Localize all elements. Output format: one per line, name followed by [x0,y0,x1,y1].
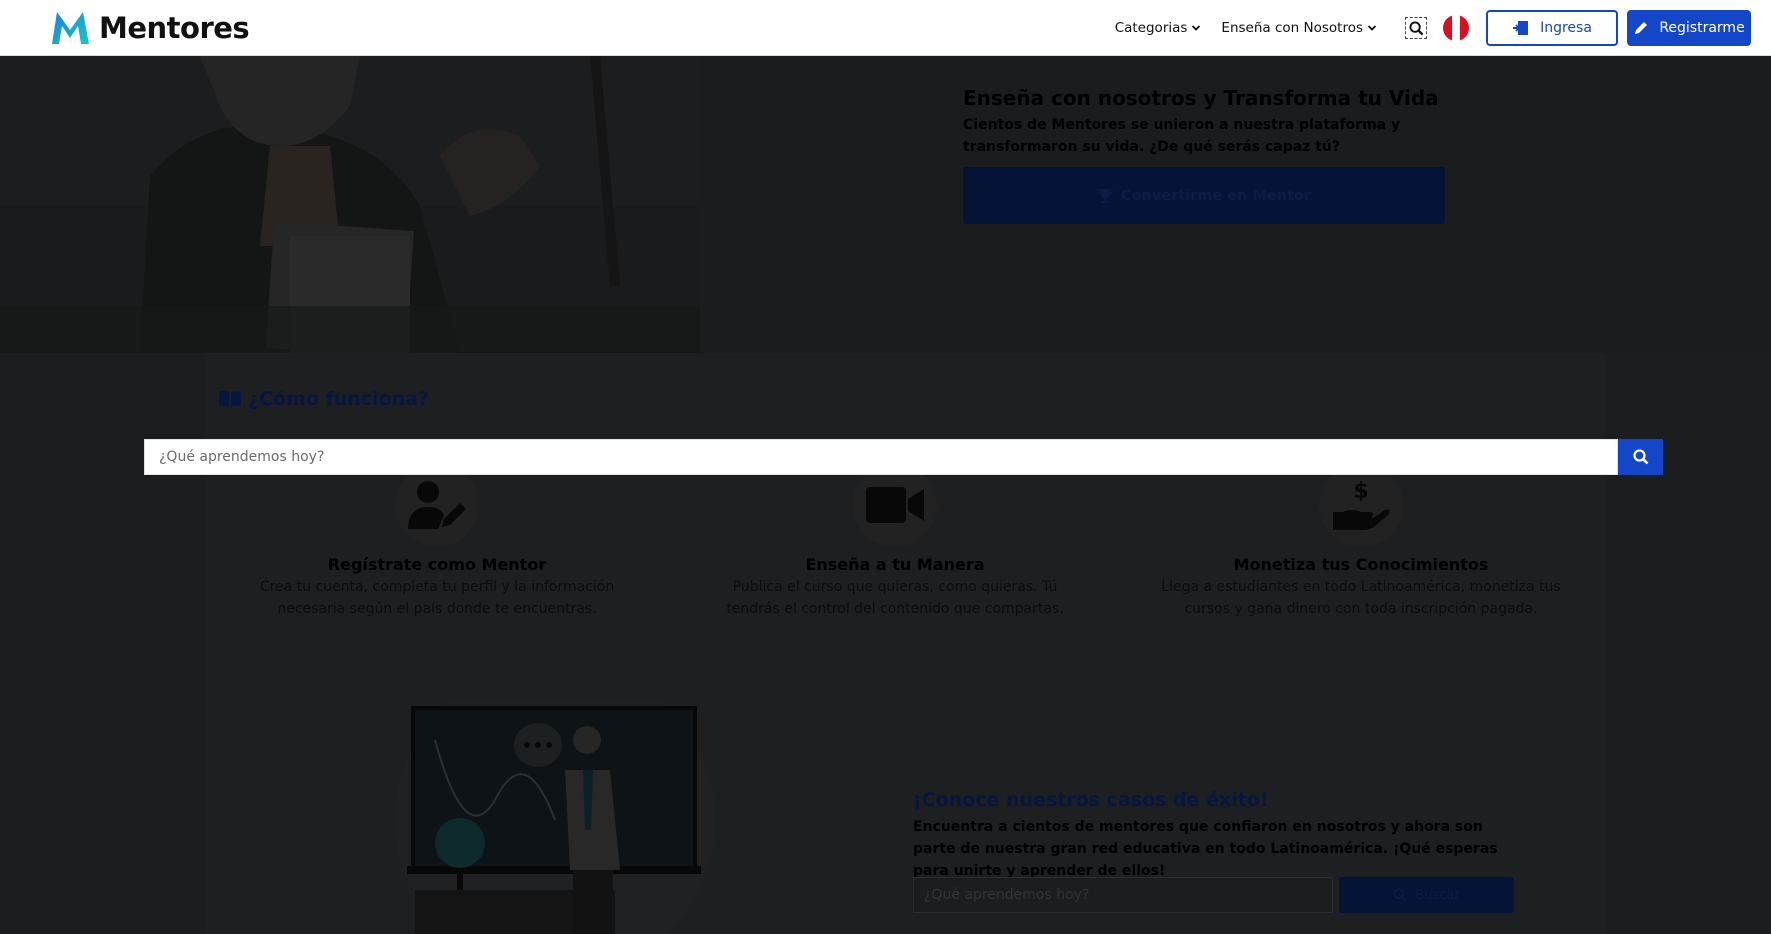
hero-photo [0,56,700,353]
casos-search-button[interactable]: Buscar [1339,877,1514,913]
hand-dollar-icon: $ [1333,479,1390,530]
search-submit-button[interactable] [1618,439,1663,475]
como-funciona-title-text: ¿Cómo funciona? [248,388,430,410]
search-icon [1408,20,1423,35]
chevron-down-icon [1192,25,1201,31]
main-nav: Categorias Enseña con Nosotros Ingresa R… [1115,0,1771,56]
casos-search-button-label: Buscar [1415,887,1460,903]
feature-register-title: Regístrate como Mentor [327,555,547,574]
register-button[interactable]: Registrarme [1627,10,1751,46]
feature-teach-text: Publica el curso que quieras, como quier… [726,579,1064,617]
feature-monetize: $ Monetiza tus Conocimientos Llega a est… [1150,463,1572,620]
search-icon [1393,888,1407,902]
svg-text:$: $ [1353,479,1368,504]
nav-categorias[interactable]: Categorias [1115,20,1202,36]
brand-logo[interactable]: Mentores [50,10,250,46]
como-funciona-title: ¿Cómo funciona? [218,388,429,410]
feature-monetize-title: Monetiza tus Conocimientos [1233,555,1489,574]
user-edit-icon [408,481,466,529]
peru-flag-icon[interactable] [1443,15,1469,41]
become-mentor-label: Convertirme en Mentor [1120,187,1312,204]
nav-ensena-label: Enseña con Nosotros [1221,20,1363,36]
search-input[interactable]: ¿Qué aprendemos hoy? [144,439,1618,475]
feature-register-text: Crea tu cuenta, completa tu perfil y la … [259,579,615,617]
brand-name: Mentores [99,11,250,45]
casos-description: Encuentra a cientos de mentores que conf… [913,819,1498,879]
hero-title: Enseña con nosotros y Transforma tu Vida [963,86,1439,110]
nav-ensena[interactable]: Enseña con Nosotros [1221,20,1377,36]
open-book-icon [219,390,241,407]
feature-icon-bg [395,463,479,547]
video-camera-icon [866,487,924,523]
door-enter-icon [1513,21,1529,35]
feature-icon-bg [853,463,937,547]
hero-description: Cientos de Mentores se unieron a nuestra… [963,117,1401,155]
login-button-label: Ingresa [1540,20,1592,36]
hero-section: Enseña con nosotros y Transforma tu Vida… [0,56,1771,353]
main-search-bar: ¿Qué aprendemos hoy? [144,439,1663,475]
pencil-icon [1635,22,1648,34]
casos-title: ¡Conoce nuestros casos de éxito! [913,789,1269,811]
feature-teach: Enseña a tu Manera Publica el curso que … [705,463,1085,620]
chevron-down-icon [1367,25,1377,31]
teacher-illustration [395,700,715,934]
casos-search-input[interactable]: ¿Qué aprendemos hoy? [913,877,1333,913]
register-button-label: Registrarme [1659,20,1745,36]
header-search-button[interactable] [1405,17,1427,39]
feature-register: Regístrate como Mentor Crea tu cuenta, c… [237,463,637,620]
feature-icon-bg: $ [1319,463,1403,547]
nav-categorias-label: Categorias [1114,20,1188,36]
feature-monetize-text: Llega a estudiantes en todo Latinoaméric… [1161,579,1561,617]
become-mentor-button[interactable]: Convertirme en Mentor [963,167,1445,224]
feature-teach-title: Enseña a tu Manera [805,555,985,574]
login-button[interactable]: Ingresa [1486,10,1618,46]
trophy-icon [1097,189,1113,203]
search-icon [1632,449,1648,465]
site-header: Mentores Categorias Enseña con Nosotros … [0,0,1771,56]
mentores-logo-icon [52,12,89,44]
